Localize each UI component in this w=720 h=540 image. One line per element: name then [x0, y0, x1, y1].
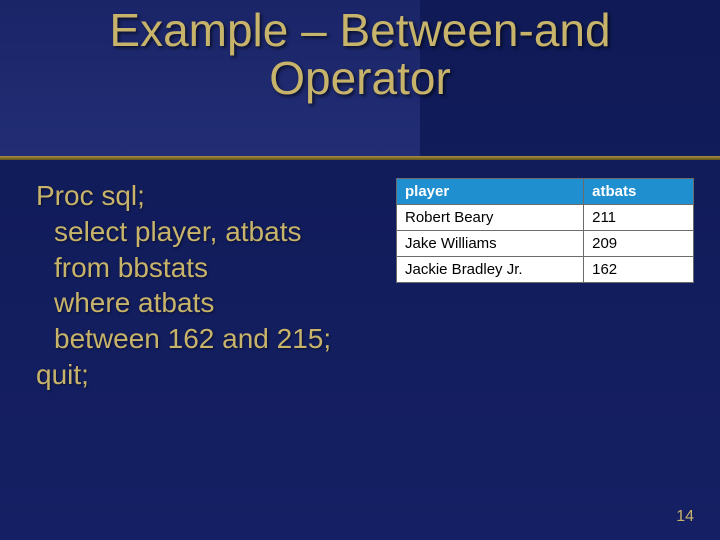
- table-row: Jake Williams 209: [397, 231, 694, 257]
- code-line: from bbstats: [36, 250, 376, 286]
- cell-player: Jake Williams: [397, 231, 584, 257]
- cell-player: Robert Beary: [397, 205, 584, 231]
- result-table: player atbats Robert Beary 211 Jake Will…: [396, 178, 694, 283]
- code-line: where atbats: [36, 285, 376, 321]
- code-line: between 162 and 215;: [36, 321, 376, 357]
- title-line-1: Example – Between-and: [109, 4, 610, 56]
- col-header-player: player: [397, 179, 584, 205]
- slide-title: Example – Between-and Operator: [0, 6, 720, 103]
- title-underline: [0, 156, 720, 160]
- cell-player: Jackie Bradley Jr.: [397, 257, 584, 283]
- table-header-row: player atbats: [397, 179, 694, 205]
- title-line-2: Operator: [269, 52, 451, 104]
- page-number: 14: [676, 508, 694, 526]
- col-header-atbats: atbats: [584, 179, 694, 205]
- cell-atbats: 211: [584, 205, 694, 231]
- code-line: quit;: [36, 357, 376, 393]
- slide: Example – Between-and Operator Proc sql;…: [0, 0, 720, 540]
- code-line: select player, atbats: [36, 214, 376, 250]
- code-block: Proc sql; select player, atbats from bbs…: [36, 178, 376, 393]
- cell-atbats: 162: [584, 257, 694, 283]
- code-line: Proc sql;: [36, 178, 376, 214]
- table-row: Robert Beary 211: [397, 205, 694, 231]
- table-row: Jackie Bradley Jr. 162: [397, 257, 694, 283]
- cell-atbats: 209: [584, 231, 694, 257]
